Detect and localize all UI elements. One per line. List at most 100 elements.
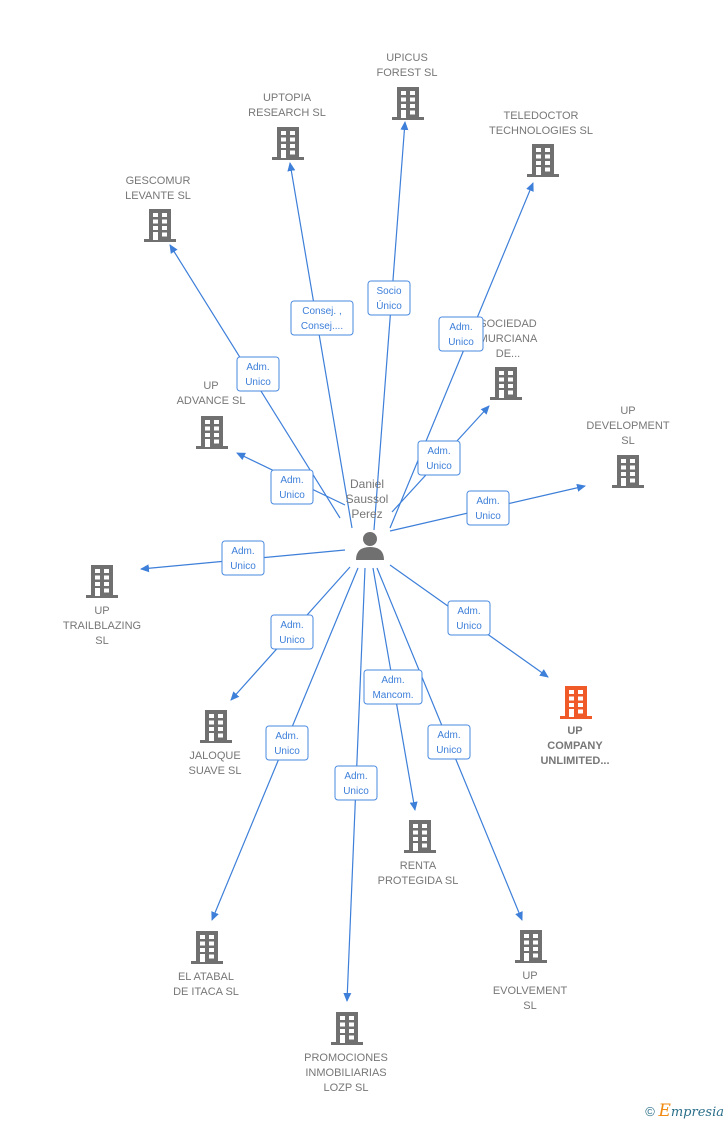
company-node-up-company[interactable]: UP COMPANY UNLIMITED... [540, 686, 610, 767]
center-person[interactable]: DanielSaussolPerez [346, 477, 389, 560]
relation-text: Unico [343, 786, 369, 797]
building-icon [191, 931, 223, 964]
relation-text: Mancom. [372, 690, 413, 701]
relation-text: Unico [279, 635, 305, 646]
relation-text: Consej. , [302, 306, 341, 317]
company-label: SL [523, 1000, 536, 1012]
building-icon [490, 367, 522, 400]
building-icon [331, 1012, 363, 1045]
company-label: TRAILBLAZING [63, 620, 141, 632]
building-icon [272, 127, 304, 160]
company-node-jaloque[interactable]: JALOQUE SUAVE SL [189, 710, 242, 777]
company-label: PROTEGIDA SL [378, 875, 459, 887]
company-label: DE... [496, 348, 520, 360]
relation-label-uptopia[interactable]: Consej. , Consej.... [290, 300, 354, 336]
company-label: UPTOPIA [263, 92, 312, 104]
relation-label-promociones[interactable]: Adm. Unico [334, 765, 378, 801]
relation-text: Adm. [280, 620, 303, 631]
company-label: SL [95, 635, 108, 647]
building-icon [560, 686, 592, 719]
relation-text: Unico [279, 490, 305, 501]
relation-text: Único [376, 299, 402, 312]
relation-label-upicus[interactable]: Socio Único [367, 280, 411, 316]
building-icon [196, 416, 228, 449]
company-node-el-atabal[interactable]: EL ATABAL DE ITACA SL [173, 931, 239, 998]
company-label: LEVANTE SL [125, 190, 191, 202]
relation-text: Adm. [275, 731, 298, 742]
edge-upicus [373, 121, 409, 531]
company-label: PROMOCIONES [304, 1052, 388, 1064]
relation-label-teledoctor[interactable]: Adm. Unico [438, 316, 484, 352]
company-label: DE ITACA SL [173, 986, 239, 998]
company-label: TECHNOLOGIES SL [489, 125, 593, 137]
company-label: TELEDOCTOR [504, 110, 579, 122]
company-node-up-trailblazing[interactable]: UP TRAILBLAZING SL [63, 565, 141, 647]
relation-label-up-development[interactable]: Adm. Unico [466, 490, 510, 526]
building-icon [527, 144, 559, 177]
relation-label-el-atabal[interactable]: Adm. Unico [265, 725, 309, 761]
company-node-gescomur[interactable]: GESCOMUR LEVANTE SL [125, 175, 191, 242]
relation-text: Unico [245, 377, 271, 388]
relation-label-up-advance[interactable]: Adm. Unico [270, 469, 314, 505]
relation-text: Unico [456, 621, 482, 632]
company-label: UPICUS [386, 52, 428, 64]
building-icon [404, 820, 436, 853]
company-label: ADVANCE SL [177, 395, 246, 407]
company-label: FOREST SL [377, 67, 438, 79]
building-icon [144, 209, 176, 242]
building-icon [86, 565, 118, 598]
company-node-up-development[interactable]: UP DEVELOPMENT SL [586, 405, 670, 488]
company-node-up-advance[interactable]: UP ADVANCE SL [177, 380, 246, 449]
company-label: UP [203, 380, 218, 392]
relation-text: Adm. [381, 675, 404, 686]
relation-text: Unico [426, 461, 452, 472]
person-icon [356, 532, 384, 560]
company-label: RESEARCH SL [248, 107, 326, 119]
company-label: SOCIEDAD [479, 318, 537, 330]
company-label: MURCIANA [479, 333, 538, 345]
company-label: INMOBILIARIAS [305, 1067, 386, 1079]
company-label: UP [94, 605, 109, 617]
relation-label-up-trailblazing[interactable]: Adm. Unico [221, 540, 265, 576]
company-node-uptopia[interactable]: UPTOPIA RESEARCH SL [248, 92, 326, 160]
company-node-up-evolvement[interactable]: UP EVOLVEMENT SL [493, 930, 568, 1012]
company-label: JALOQUE [189, 750, 240, 762]
relation-label-gescomur[interactable]: Adm. Unico [236, 356, 280, 392]
relation-text: Unico [274, 746, 300, 757]
company-node-teledoctor[interactable]: TELEDOCTOR TECHNOLOGIES SL [489, 110, 593, 177]
copyright-symbol: © [645, 1104, 655, 1119]
relation-text: Unico [448, 337, 474, 348]
company-label: UP [522, 970, 537, 982]
relation-text: Adm. [246, 362, 269, 373]
relation-text: Unico [230, 561, 256, 572]
person-name: Daniel [350, 477, 384, 491]
company-node-renta[interactable]: RENTA PROTEGIDA SL [378, 820, 459, 887]
building-icon [612, 455, 644, 488]
relation-text: Adm. [231, 546, 254, 557]
company-node-upicus[interactable]: UPICUS FOREST SL [377, 52, 438, 120]
relation-label-jaloque[interactable]: Adm. Unico [270, 614, 314, 650]
brand-name: mpresia [670, 1105, 724, 1120]
company-label: RENTA [400, 860, 437, 872]
relation-label-up-evolvement[interactable]: Adm. Unico [427, 724, 471, 760]
relation-text: Consej.... [301, 321, 343, 332]
relation-text: Adm. [280, 475, 303, 486]
relation-text: Unico [475, 511, 501, 522]
company-label: SUAVE SL [189, 765, 242, 777]
person-name: Perez [351, 507, 382, 521]
relation-text: Unico [436, 745, 462, 756]
company-label: UP [567, 725, 582, 737]
person-name: Saussol [346, 492, 389, 506]
company-label: COMPANY [547, 740, 603, 752]
relation-text: Adm. [427, 446, 450, 457]
relation-text: Adm. [344, 771, 367, 782]
relation-label-sociedad[interactable]: Adm. Unico [417, 440, 461, 476]
company-node-sociedad[interactable]: SOCIEDAD MURCIANA DE... [479, 318, 538, 400]
company-label: LOZP SL [323, 1082, 368, 1094]
relationship-graph: UPICUS FOREST SL UPTOPIA RESEARCH SL TELEDOC… [63, 52, 670, 1094]
relation-text: Adm. [449, 322, 472, 333]
relation-label-up-company[interactable]: Adm. Unico [447, 600, 491, 636]
relation-label-renta[interactable]: Adm. Mancom. [363, 669, 423, 705]
company-node-promociones[interactable]: PROMOCIONES INMOBILIARIAS LOZP SL [304, 1012, 388, 1094]
company-label: UP [620, 405, 635, 417]
